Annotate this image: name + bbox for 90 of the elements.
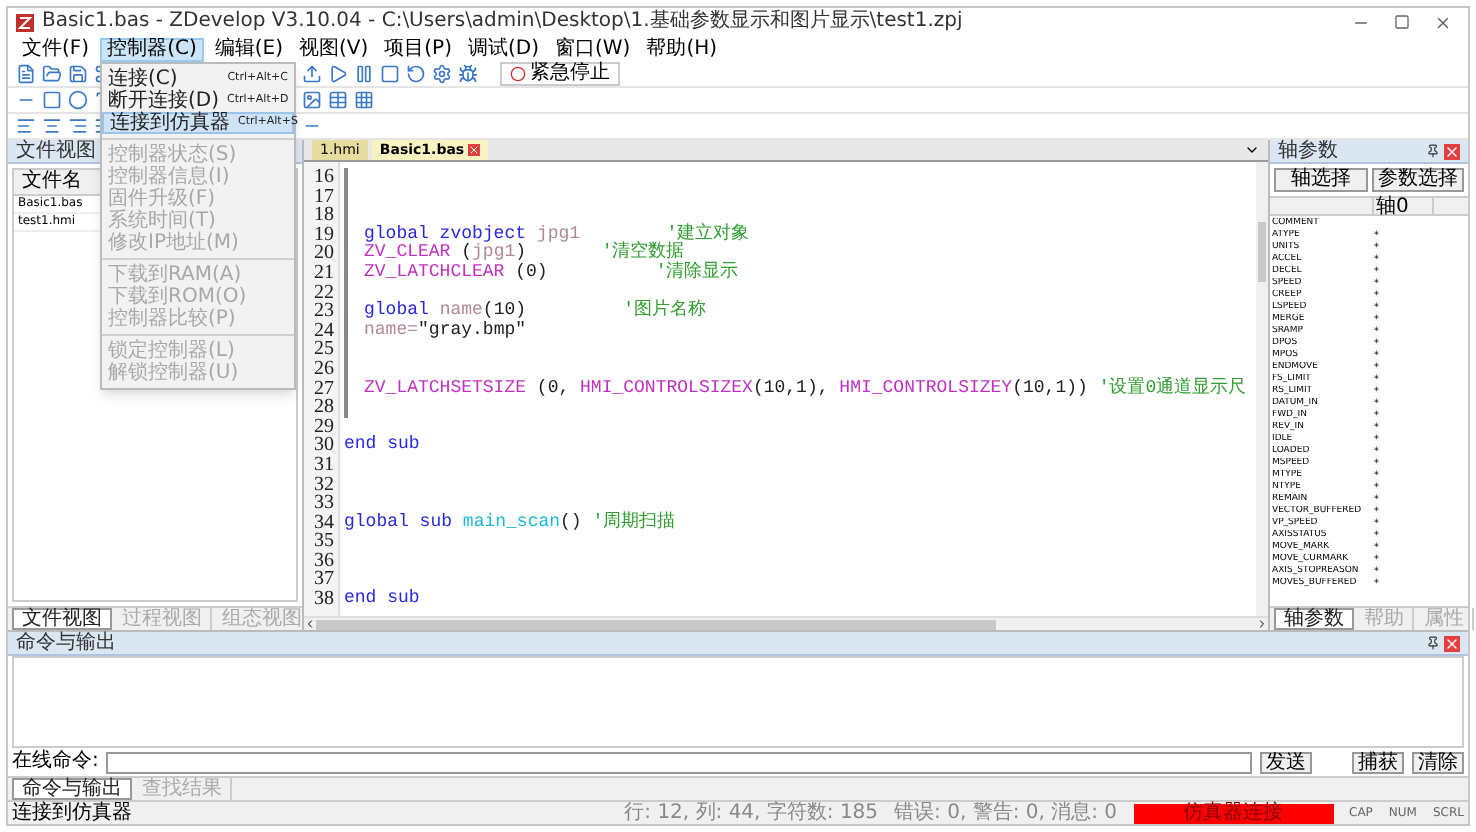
menu-item[interactable]: 文件(F) bbox=[16, 37, 96, 61]
line-number: 21 bbox=[312, 263, 336, 284]
line-number: 17 bbox=[312, 187, 336, 207]
line-number: 34 bbox=[312, 513, 336, 533]
window-title: Basic1.bas - ZDevelop V3.10.04 - C:\Users\admin\Desktop\1.基础参数显示和图片显示\test1.zpj bbox=[42, 12, 963, 32]
line-number: 26 bbox=[312, 359, 336, 380]
line-number: 36 bbox=[312, 551, 336, 571]
code-line: ZV_LATCHCLEAR (0) '清除显示 bbox=[364, 263, 739, 284]
scroll-right-icon[interactable] bbox=[1256, 618, 1268, 630]
line-number: 23 bbox=[312, 302, 336, 322]
align-center-icon[interactable] bbox=[42, 116, 62, 136]
column-header[interactable]: 文件名 bbox=[14, 170, 104, 194]
line-number: 35 bbox=[312, 532, 336, 552]
save-icon[interactable] bbox=[68, 64, 88, 84]
dropdown-caret-icon[interactable] bbox=[1244, 142, 1260, 158]
line-number: 29 bbox=[312, 417, 336, 437]
line-number: 30 bbox=[312, 436, 336, 456]
line-number: 38 bbox=[312, 590, 336, 610]
code-line: ZV_CLEAR (jpg1) '清空数据 bbox=[364, 244, 685, 263]
emergency-stop-button[interactable]: 紧急停止 bbox=[500, 62, 620, 86]
line-number: 16 bbox=[312, 168, 336, 188]
line-number: 25 bbox=[312, 340, 336, 360]
diagnostics-count: 错误: 0, 警告: 0, 消息: 0 bbox=[894, 803, 1117, 823]
panel-tab[interactable]: 文件视图 bbox=[12, 608, 112, 630]
pin-icon[interactable] bbox=[1426, 144, 1440, 158]
code-line: global sub main_scan() '周期扫描 bbox=[344, 513, 676, 533]
vertical-scrollbar[interactable] bbox=[1256, 162, 1268, 616]
line-number: 33 bbox=[312, 494, 336, 514]
menu-item[interactable]: 调试(D) bbox=[461, 37, 545, 61]
line-number: 27 bbox=[312, 379, 336, 399]
output-button[interactable]: 发送 bbox=[1260, 751, 1312, 773]
table-icon[interactable] bbox=[328, 90, 348, 110]
line-number: 18 bbox=[312, 206, 336, 226]
stop-circle-icon bbox=[510, 66, 526, 82]
pin-icon[interactable] bbox=[1426, 636, 1440, 650]
panel-title: 轴参数 bbox=[1278, 141, 1338, 161]
panel-tab[interactable]: 命令与输出 bbox=[12, 778, 132, 800]
horizontal-scrollbar[interactable] bbox=[304, 616, 1268, 630]
line-number: 19 bbox=[312, 225, 336, 245]
code-line: global name(10) '图片名称 bbox=[364, 302, 707, 321]
menu-item[interactable]: 项目(P) bbox=[378, 37, 458, 61]
command-input[interactable] bbox=[106, 751, 1252, 773]
maximize-icon[interactable] bbox=[1394, 14, 1410, 30]
line-number: 32 bbox=[312, 475, 336, 495]
code-line: ZV_LATCHSETSIZE (0, HMI_CONTROLSIZEX(10,1), HMI_CONTROLSIZEY(10,1)) '设置0通道显示尺 bbox=[364, 379, 1247, 399]
line-number: 24 bbox=[312, 321, 336, 341]
align-right-icon[interactable] bbox=[68, 116, 88, 136]
rectangle-icon[interactable] bbox=[42, 90, 62, 110]
line-number: 37 bbox=[312, 570, 336, 591]
circle-icon[interactable] bbox=[68, 90, 88, 110]
scroll-left-icon[interactable] bbox=[304, 618, 316, 630]
line-number: 31 bbox=[312, 455, 336, 475]
app-logo-icon bbox=[16, 13, 34, 31]
stop-icon[interactable] bbox=[380, 64, 400, 84]
panel-tab[interactable]: 轴参数 bbox=[1274, 608, 1354, 630]
align-left-icon[interactable] bbox=[16, 116, 36, 136]
close-icon[interactable] bbox=[1434, 13, 1452, 31]
grid-icon[interactable] bbox=[354, 90, 374, 110]
menu-item[interactable]: 帮助(H) bbox=[640, 37, 724, 61]
code-line: end sub bbox=[344, 590, 420, 610]
menu-item[interactable]: 窗口(W) bbox=[549, 37, 637, 61]
menu-item[interactable]: 控制器(C) bbox=[99, 37, 205, 61]
line-number: 28 bbox=[312, 398, 336, 418]
settings-icon[interactable] bbox=[432, 64, 452, 84]
bug-icon[interactable] bbox=[458, 64, 478, 84]
menu-item[interactable]: 编辑(E) bbox=[208, 37, 289, 61]
output-button[interactable]: 清除 bbox=[1412, 751, 1464, 773]
axis-panel-button[interactable]: 轴选择 bbox=[1274, 168, 1367, 192]
play-icon[interactable] bbox=[328, 64, 348, 84]
cursor-position: 行: 12, 列: 44, 字符数: 185 bbox=[624, 803, 879, 823]
pause-icon[interactable] bbox=[354, 64, 374, 84]
file-icon[interactable] bbox=[16, 64, 36, 84]
panel-title: 命令与输出 bbox=[16, 633, 116, 653]
code-line: global zvobject jpg1 '建立对象 bbox=[364, 225, 750, 244]
close-tab-icon[interactable] bbox=[468, 144, 481, 156]
command-label: 在线命令: bbox=[12, 752, 99, 772]
line-number: 20 bbox=[312, 244, 336, 264]
line-number: 22 bbox=[312, 283, 336, 303]
image-icon[interactable] bbox=[302, 90, 322, 110]
output-button[interactable]: 捕获 bbox=[1352, 751, 1404, 773]
status-message: 连接到仿真器 bbox=[12, 803, 132, 823]
connection-status: 仿真器连接 bbox=[1133, 803, 1333, 823]
axis-panel-button[interactable]: 参数选择 bbox=[1371, 168, 1464, 192]
code-line: end sub bbox=[344, 436, 420, 456]
reset-icon[interactable] bbox=[406, 64, 426, 84]
upload-icon[interactable] bbox=[302, 64, 322, 84]
menu-item[interactable]: 视图(V) bbox=[292, 37, 375, 61]
panel-title: 文件视图 bbox=[16, 141, 96, 161]
code-line: name="gray.bmp" bbox=[364, 321, 527, 341]
folder-icon[interactable] bbox=[42, 64, 62, 84]
